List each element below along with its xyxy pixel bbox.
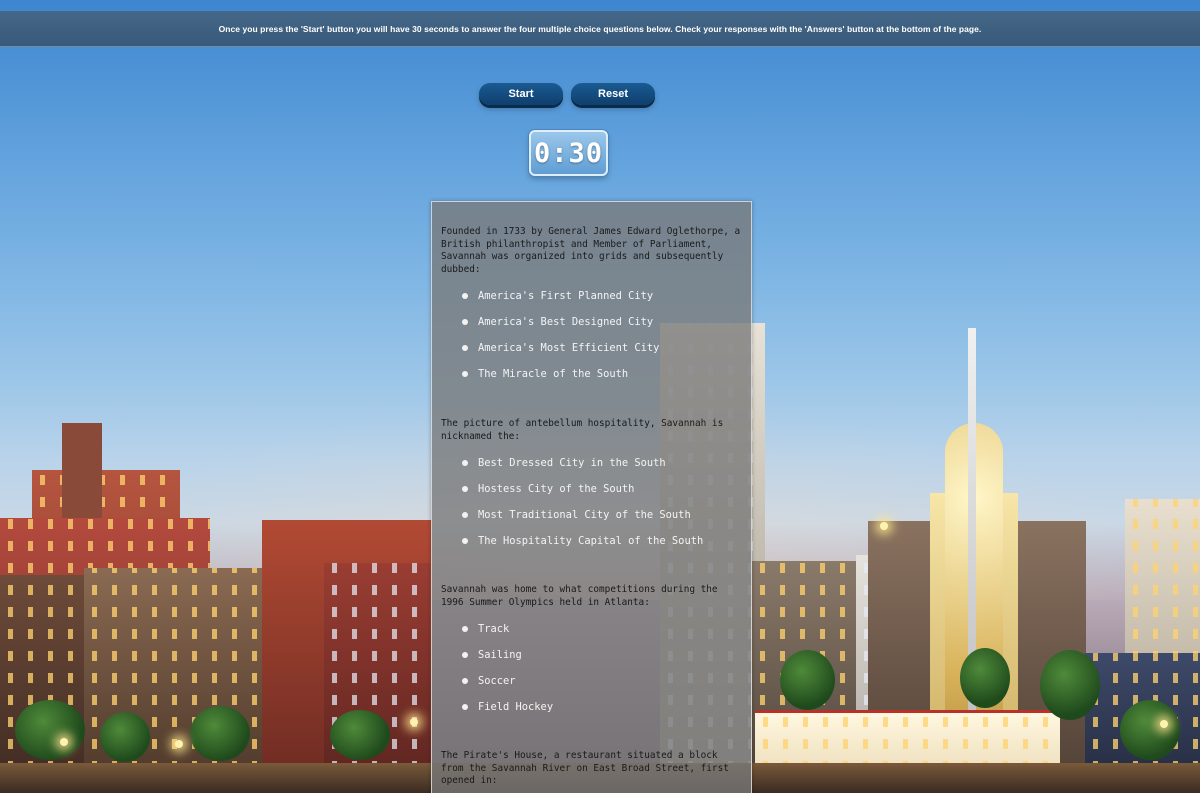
- option-label: The Hospitality Capital of the South: [478, 535, 704, 547]
- street-lamp: [880, 522, 888, 530]
- question-1: Founded in 1733 by General James Edward …: [441, 226, 741, 387]
- answer-option[interactable]: The Hospitality Capital of the South: [441, 528, 741, 554]
- option-label: America's First Planned City: [478, 290, 654, 302]
- option-label: Hostess City of the South: [478, 483, 635, 495]
- option-label: America's Best Designed City: [478, 316, 654, 328]
- question-text: Savannah was home to what competitions d…: [441, 584, 718, 608]
- radio-bullet[interactable]: [462, 319, 468, 325]
- answer-options: Track Sailing Soccer Field Hockey: [441, 616, 741, 720]
- radio-bullet[interactable]: [462, 460, 468, 466]
- street-lamp: [1160, 720, 1168, 728]
- reset-button[interactable]: Reset: [571, 83, 655, 105]
- street-lamp: [410, 718, 418, 726]
- quiz-panel: Founded in 1733 by General James Edward …: [431, 201, 752, 793]
- building-left-brick: [324, 563, 430, 793]
- answer-options: America's First Planned City America's B…: [441, 283, 741, 387]
- radio-bullet[interactable]: [462, 652, 468, 658]
- answer-option[interactable]: Sailing: [441, 642, 741, 668]
- street-lamp: [60, 738, 68, 746]
- tree: [1040, 650, 1100, 720]
- option-label: The Miracle of the South: [478, 368, 629, 380]
- question-4: The Pirate's House, a restaurant situate…: [441, 750, 741, 788]
- street-lamp: [175, 740, 183, 748]
- page-background: Once you press the 'Start' button you wi…: [0, 0, 1200, 793]
- answer-option[interactable]: Best Dressed City in the South: [441, 450, 741, 476]
- answer-option[interactable]: America's First Planned City: [441, 283, 741, 309]
- question-2: The picture of antebellum hospitality, S…: [441, 418, 741, 554]
- option-label: Best Dressed City in the South: [478, 457, 666, 469]
- radio-bullet[interactable]: [462, 371, 468, 377]
- instructions-banner: Once you press the 'Start' button you wi…: [0, 11, 1200, 47]
- answer-options: Best Dressed City in the South Hostess C…: [441, 450, 741, 554]
- option-label: Soccer: [478, 675, 516, 687]
- tree: [1120, 700, 1180, 760]
- option-label: Most Traditional City of the South: [478, 509, 691, 521]
- option-label: Field Hockey: [478, 701, 554, 713]
- answer-option[interactable]: Hostess City of the South: [441, 476, 741, 502]
- option-label: Track: [478, 623, 510, 635]
- instructions-text: Once you press the 'Start' button you wi…: [218, 23, 982, 34]
- countdown-timer: 0:30: [529, 130, 608, 176]
- tree: [330, 710, 390, 760]
- answer-option[interactable]: The Miracle of the South: [441, 361, 741, 387]
- tree: [960, 648, 1010, 708]
- building-left-stone: [0, 575, 88, 793]
- answer-option[interactable]: America's Best Designed City: [441, 309, 741, 335]
- radio-bullet[interactable]: [462, 538, 468, 544]
- option-label: America's Most Efficient City: [478, 342, 660, 354]
- question-3: Savannah was home to what competitions d…: [441, 584, 741, 720]
- tree: [100, 712, 150, 762]
- radio-bullet[interactable]: [462, 704, 468, 710]
- question-text: The picture of antebellum hospitality, S…: [441, 418, 724, 442]
- radio-bullet[interactable]: [462, 626, 468, 632]
- tree: [15, 700, 85, 760]
- radio-bullet[interactable]: [462, 486, 468, 492]
- question-text: The Pirate's House, a restaurant situate…: [441, 750, 729, 786]
- answer-option[interactable]: America's Most Efficient City: [441, 335, 741, 361]
- radio-bullet[interactable]: [462, 293, 468, 299]
- question-text: Founded in 1733 by General James Edward …: [441, 226, 741, 275]
- radio-bullet[interactable]: [462, 512, 468, 518]
- start-button[interactable]: Start: [479, 83, 563, 105]
- answer-option[interactable]: Field Hockey: [441, 694, 741, 720]
- tree: [780, 650, 835, 710]
- answer-option[interactable]: Track: [441, 616, 741, 642]
- answer-option[interactable]: Soccer: [441, 668, 741, 694]
- tree: [190, 706, 250, 761]
- radio-bullet[interactable]: [462, 345, 468, 351]
- radio-bullet[interactable]: [462, 678, 468, 684]
- answer-option[interactable]: Most Traditional City of the South: [441, 502, 741, 528]
- option-label: Sailing: [478, 649, 522, 661]
